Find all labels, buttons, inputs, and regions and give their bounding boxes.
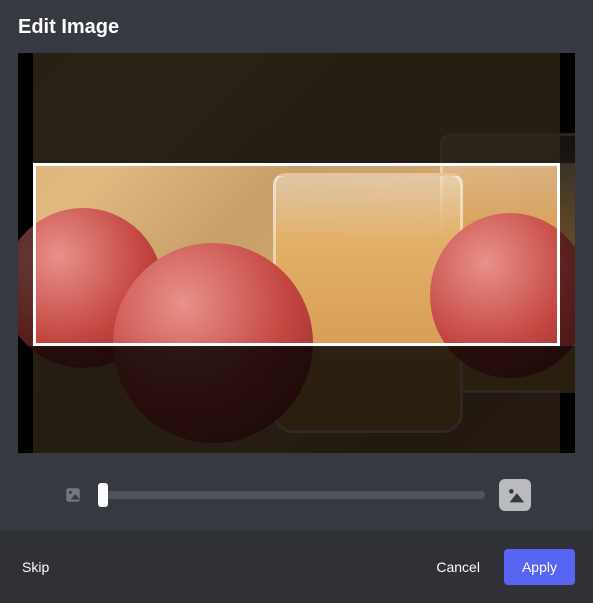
crop-overlay-top xyxy=(18,53,575,163)
image-canvas[interactable] xyxy=(18,53,575,453)
modal-header: Edit Image xyxy=(0,0,593,53)
zoom-slider[interactable] xyxy=(98,491,485,499)
skip-button[interactable]: Skip xyxy=(18,553,53,581)
zoom-slider-thumb[interactable] xyxy=(98,483,108,507)
modal-footer: Skip Cancel Apply xyxy=(0,531,593,603)
crop-overlay-bottom xyxy=(18,346,575,453)
image-editor xyxy=(0,53,593,453)
zoom-in-image-icon xyxy=(499,479,531,511)
crop-selection-preview xyxy=(33,163,560,346)
apply-button[interactable]: Apply xyxy=(504,549,575,585)
zoom-out-image-icon xyxy=(62,484,84,506)
modal-title: Edit Image xyxy=(18,16,575,39)
zoom-controls xyxy=(0,453,593,531)
cancel-button[interactable]: Cancel xyxy=(420,549,496,585)
edit-image-modal: Edit Image xyxy=(0,0,593,601)
